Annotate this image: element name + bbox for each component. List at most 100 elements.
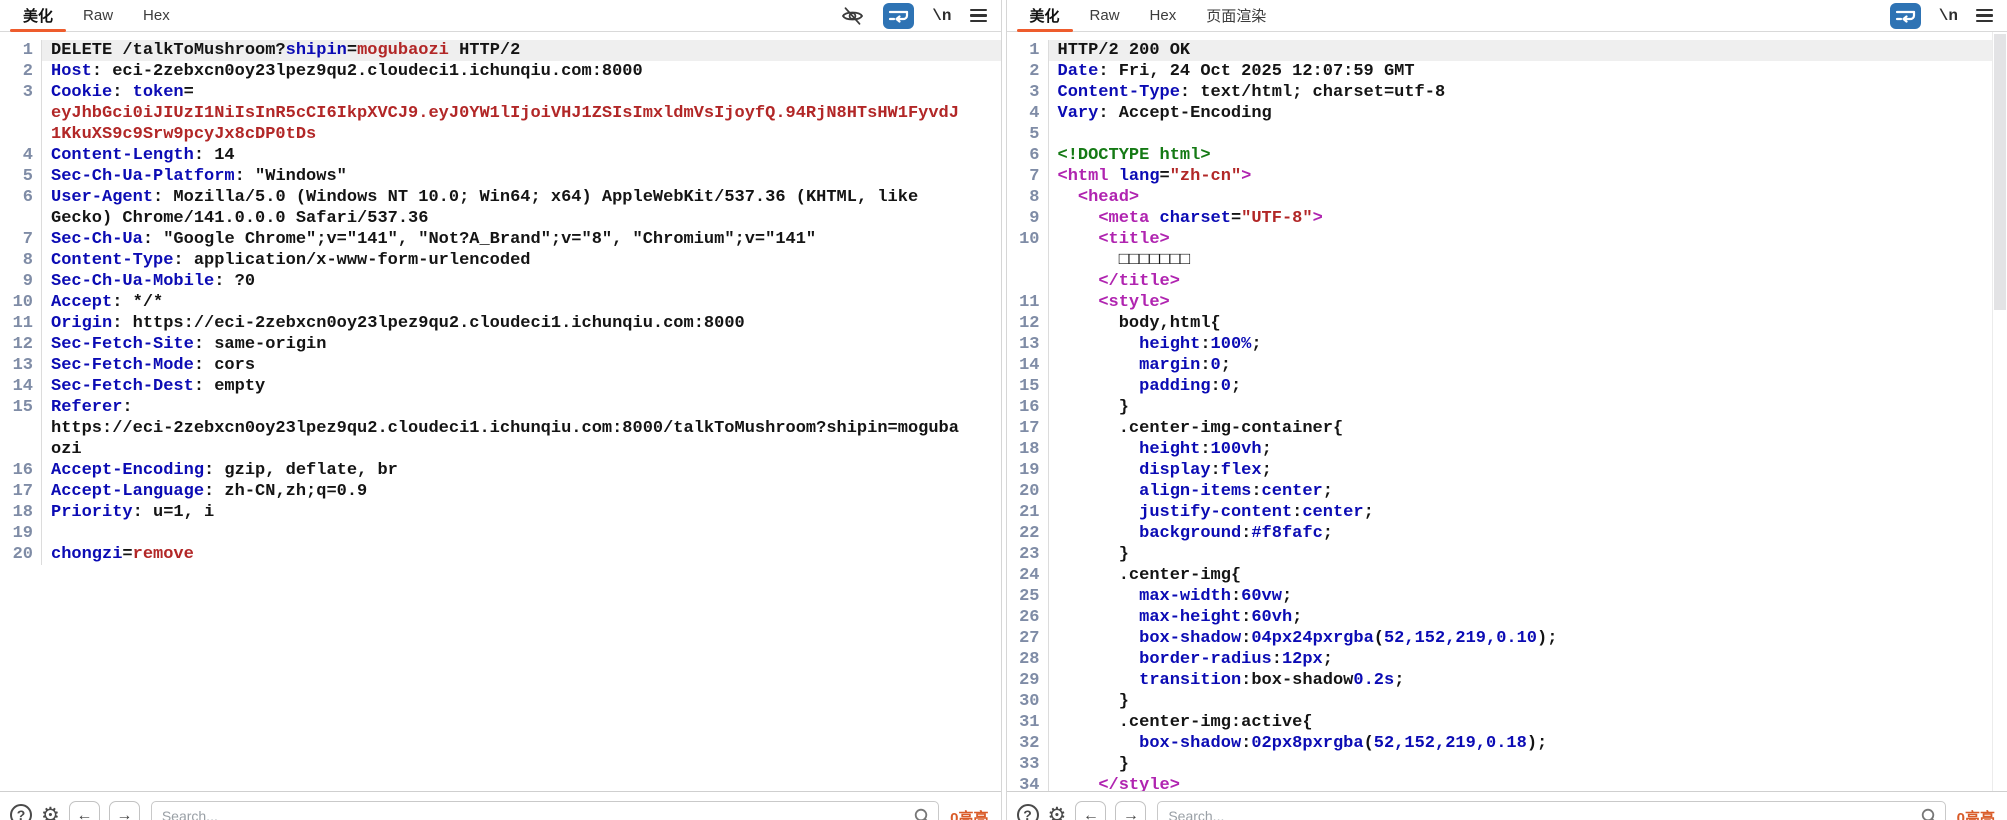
code-line[interactable]: □□□□□□□ xyxy=(1007,250,2007,271)
code-line[interactable]: 22 background:#f8fafc; xyxy=(1007,523,2007,544)
code-line[interactable]: 23 } xyxy=(1007,544,2007,565)
code-line[interactable]: 20chongzi=remove xyxy=(0,544,1001,565)
code-line[interactable]: 17Accept-Language: zh-CN,zh;q=0.9 xyxy=(0,481,1001,502)
code-text: <head> xyxy=(1049,187,2007,208)
code-line[interactable]: 9 <meta charset="UTF-8"> xyxy=(1007,208,2007,229)
code-line[interactable]: 18Priority: u=1, i xyxy=(0,502,1001,523)
code-text: height:100%; xyxy=(1049,334,2007,355)
code-line[interactable]: 7Sec-Ch-Ua: "Google Chrome";v="141", "No… xyxy=(0,229,1001,250)
code-line[interactable]: 31 .center-img:active{ xyxy=(1007,712,2007,733)
code-line[interactable]: 34 </style> xyxy=(1007,775,2007,791)
hide-toggle-button[interactable] xyxy=(840,5,865,27)
code-line[interactable]: 9Sec-Ch-Ua-Mobile: ?0 xyxy=(0,271,1001,292)
help-icon[interactable]: ? xyxy=(1017,804,1039,820)
code-line[interactable]: ozi xyxy=(0,439,1001,460)
code-line[interactable]: 21 justify-content:center; xyxy=(1007,502,2007,523)
code-text: Host: eci-2zebxcn0oy23lpez9qu2.cloudeci1… xyxy=(42,61,1001,82)
code-line[interactable]: 1HTTP/2 200 OK xyxy=(1007,40,2007,61)
tab-hex[interactable]: Hex xyxy=(1135,0,1192,31)
search-input[interactable] xyxy=(151,801,939,820)
code-line[interactable]: 2Host: eci-2zebxcn0oy23lpez9qu2.cloudeci… xyxy=(0,61,1001,82)
help-icon[interactable]: ? xyxy=(10,804,32,820)
line-number: 3 xyxy=(0,82,42,103)
line-number: 14 xyxy=(0,376,42,397)
code-line[interactable]: 29 transition:box-shadow0.2s; xyxy=(1007,670,2007,691)
code-line[interactable]: 3Content-Type: text/html; charset=utf-8 xyxy=(1007,82,2007,103)
search-input[interactable] xyxy=(1157,801,1945,820)
settings-gear-icon[interactable]: ⚙ xyxy=(1048,802,1067,820)
newline-toggle-button[interactable]: \n xyxy=(1939,7,1958,25)
code-line[interactable]: 5 xyxy=(1007,124,2007,145)
code-line[interactable]: 11 <style> xyxy=(1007,292,2007,313)
menu-button[interactable] xyxy=(1976,9,1993,22)
tab-raw[interactable]: Raw xyxy=(68,0,128,31)
menu-button[interactable] xyxy=(970,9,987,22)
code-line[interactable]: 7<html lang="zh-cn"> xyxy=(1007,166,2007,187)
code-line[interactable]: 17 .center-img-container{ xyxy=(1007,418,2007,439)
code-line[interactable]: 24 .center-img{ xyxy=(1007,565,2007,586)
code-line[interactable]: 12 body,html{ xyxy=(1007,313,2007,334)
tab-hex[interactable]: Hex xyxy=(128,0,185,31)
code-line[interactable]: 26 max-height:60vh; xyxy=(1007,607,2007,628)
settings-gear-icon[interactable]: ⚙ xyxy=(41,802,60,820)
code-line[interactable]: 19 display:flex; xyxy=(1007,460,2007,481)
previous-match-button[interactable]: ← xyxy=(69,801,100,820)
code-line[interactable]: 15Referer: xyxy=(0,397,1001,418)
code-line[interactable]: Gecko) Chrome/141.0.0.0 Safari/537.36 xyxy=(0,208,1001,229)
code-line[interactable]: 16Accept-Encoding: gzip, deflate, br xyxy=(0,460,1001,481)
code-line[interactable]: 1DELETE /talkToMushroom?shipin=mogubaozi… xyxy=(0,40,1001,61)
code-line[interactable]: 28 border-radius:12px; xyxy=(1007,649,2007,670)
code-line[interactable]: 11Origin: https://eci-2zebxcn0oy23lpez9q… xyxy=(0,313,1001,334)
code-line[interactable]: 13 height:100%; xyxy=(1007,334,2007,355)
code-line[interactable]: 10 <title> xyxy=(1007,229,2007,250)
next-match-button[interactable]: → xyxy=(109,801,140,820)
tab-beautify[interactable]: 美化 xyxy=(1015,0,1075,31)
code-line[interactable]: 3Cookie: token= xyxy=(0,82,1001,103)
scrollbar-thumb[interactable] xyxy=(1994,34,2006,310)
next-match-button[interactable]: → xyxy=(1115,801,1146,820)
code-line[interactable]: 6<!DOCTYPE html> xyxy=(1007,145,2007,166)
code-line[interactable]: 8Content-Type: application/x-www-form-ur… xyxy=(0,250,1001,271)
code-line[interactable]: 4Vary: Accept-Encoding xyxy=(1007,103,2007,124)
code-line[interactable]: 25 max-width:60vw; xyxy=(1007,586,2007,607)
code-line[interactable]: 30 } xyxy=(1007,691,2007,712)
code-line[interactable]: 8 <head> xyxy=(1007,187,2007,208)
response-viewer[interactable]: 1HTTP/2 200 OK2Date: Fri, 24 Oct 2025 12… xyxy=(1007,32,2007,791)
code-line[interactable]: 14 margin:0; xyxy=(1007,355,2007,376)
code-line[interactable]: 2Date: Fri, 24 Oct 2025 12:07:59 GMT xyxy=(1007,61,2007,82)
code-line[interactable]: 12Sec-Fetch-Site: same-origin xyxy=(0,334,1001,355)
code-line[interactable]: </title> xyxy=(1007,271,2007,292)
line-number: 27 xyxy=(1007,628,1049,649)
code-line[interactable]: 32 box-shadow:02px8pxrgba(52,152,219,0.1… xyxy=(1007,733,2007,754)
request-editor[interactable]: 1DELETE /talkToMushroom?shipin=mogubaozi… xyxy=(0,32,1001,791)
code-text: □□□□□□□ xyxy=(1049,250,2007,271)
code-line[interactable]: 10Accept: */* xyxy=(0,292,1001,313)
code-line[interactable]: 6User-Agent: Mozilla/5.0 (Windows NT 10.… xyxy=(0,187,1001,208)
tab-raw[interactable]: Raw xyxy=(1075,0,1135,31)
code-text: Origin: https://eci-2zebxcn0oy23lpez9qu2… xyxy=(42,313,1001,334)
scrollbar[interactable] xyxy=(1992,32,2007,791)
code-line[interactable]: 20 align-items:center; xyxy=(1007,481,2007,502)
code-text: User-Agent: Mozilla/5.0 (Windows NT 10.0… xyxy=(42,187,1001,208)
previous-match-button[interactable]: ← xyxy=(1075,801,1106,820)
code-line[interactable]: 15 padding:0; xyxy=(1007,376,2007,397)
code-line[interactable]: 27 box-shadow:04px24pxrgba(52,152,219,0.… xyxy=(1007,628,2007,649)
code-line[interactable]: 16 } xyxy=(1007,397,2007,418)
code-line[interactable]: eyJhbGci0iJIUzI1NiIsInR5cCI6IkpXVCJ9.eyJ… xyxy=(0,103,1001,124)
code-line[interactable]: 13Sec-Fetch-Mode: cors xyxy=(0,355,1001,376)
code-line[interactable]: 33 } xyxy=(1007,754,2007,775)
code-line[interactable]: 4Content-Length: 14 xyxy=(0,145,1001,166)
word-wrap-toggle-button[interactable] xyxy=(883,3,914,29)
code-line[interactable]: 1KkuXS9c9Srw9pcyJx8cDP0tDs xyxy=(0,124,1001,145)
code-line[interactable]: 18 height:100vh; xyxy=(1007,439,2007,460)
code-line[interactable]: 5Sec-Ch-Ua-Platform: "Windows" xyxy=(0,166,1001,187)
code-line[interactable]: 14Sec-Fetch-Dest: empty xyxy=(0,376,1001,397)
line-number: 5 xyxy=(1007,124,1049,145)
line-number xyxy=(0,124,42,145)
code-line[interactable]: 19 xyxy=(0,523,1001,544)
newline-toggle-button[interactable]: \n xyxy=(932,7,951,25)
word-wrap-toggle-button[interactable] xyxy=(1890,3,1921,29)
code-line[interactable]: https://eci-2zebxcn0oy23lpez9qu2.cloudec… xyxy=(0,418,1001,439)
tab-beautify[interactable]: 美化 xyxy=(8,0,68,31)
tab-page-render[interactable]: 页面渲染 xyxy=(1191,0,1281,31)
